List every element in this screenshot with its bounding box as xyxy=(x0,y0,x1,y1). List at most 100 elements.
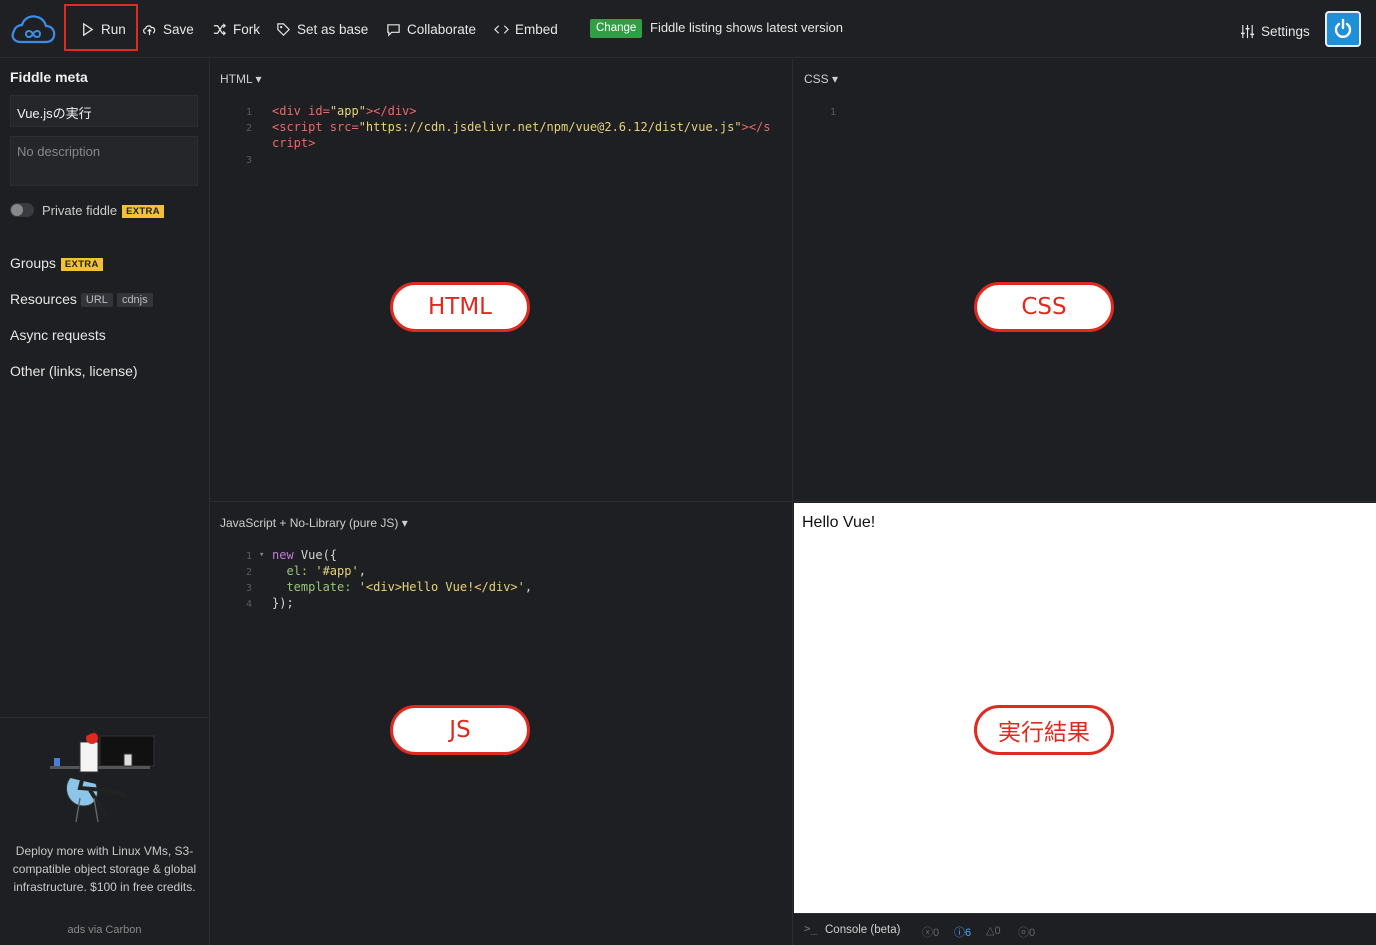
code-line: el: '#app', xyxy=(272,563,366,579)
css-panel-header[interactable]: CSS ▾ xyxy=(804,72,838,86)
css-annotation-label: CSS xyxy=(974,282,1114,332)
info-icon: ⓘ xyxy=(954,927,965,939)
run-label: Run xyxy=(101,21,126,37)
error-count[interactable]: ⓧ0 xyxy=(922,924,939,940)
power-icon xyxy=(1334,18,1352,38)
code-token: ></s xyxy=(741,120,771,134)
html-annotation-label: HTML xyxy=(390,282,530,332)
extra-badge: EXTRA xyxy=(60,258,103,271)
css-editor-panel[interactable]: CSS ▾ 1 CSS xyxy=(794,59,1376,502)
play-icon xyxy=(83,22,94,36)
settings-label: Settings xyxy=(1261,23,1310,39)
sliders-icon xyxy=(1240,24,1255,38)
code-line: template: '<div>Hello Vue!</div>', xyxy=(272,579,532,595)
embed-label: Embed xyxy=(515,21,558,37)
js-annotation-label: JS xyxy=(390,705,530,755)
ad-text[interactable]: Deploy more with Linux VMs, S3-compatibl… xyxy=(6,842,203,896)
warning-count[interactable]: △0 xyxy=(986,924,1001,937)
html-editor-panel[interactable]: HTML ▾ 1 <div id="app"></div> 2 <script … xyxy=(210,59,793,502)
fork-label: Fork xyxy=(233,21,260,37)
result-annotation-label: 実行結果 xyxy=(974,705,1114,755)
embed-button[interactable]: Embed xyxy=(494,18,558,40)
carbon-ad[interactable]: Deploy more with Linux VMs, S3-compatibl… xyxy=(0,717,209,945)
sidebar-item-groups[interactable]: Groups EXTRA xyxy=(10,255,103,271)
private-fiddle-row: Private fiddle EXTRA xyxy=(42,203,164,218)
code-line: <div id="app"></div> xyxy=(272,103,417,119)
chat-bubble-icon xyxy=(387,23,400,37)
fiddle-description-input[interactable]: No description xyxy=(10,136,198,186)
console-bar[interactable]: >_ Console (beta) ⓧ0 ⓘ6 △0 ⓞ0 xyxy=(794,913,1376,945)
line-number: 1 xyxy=(829,107,836,118)
code-line: }); xyxy=(272,596,294,610)
code-token: cript> xyxy=(272,136,316,150)
fork-button[interactable]: Fork xyxy=(212,18,260,40)
result-output-text: Hello Vue! xyxy=(802,514,876,531)
code-brackets-icon xyxy=(494,24,509,34)
top-toolbar: Run Save Fork Set as base Collaborate Em… xyxy=(0,0,1376,58)
code-token: <div xyxy=(272,104,301,118)
groups-label: Groups xyxy=(10,255,56,271)
console-label[interactable]: Console (beta) xyxy=(825,924,900,936)
log-count[interactable]: ⓞ0 xyxy=(1018,924,1035,940)
line-number: 1 xyxy=(245,551,252,562)
collaborate-label: Collaborate xyxy=(407,21,477,37)
code-token: new xyxy=(272,548,294,562)
private-fiddle-toggle[interactable] xyxy=(10,203,34,217)
private-fiddle-label: Private fiddle xyxy=(42,203,118,218)
line-number: 2 xyxy=(245,567,252,578)
set-as-base-button[interactable]: Set as base xyxy=(276,18,368,40)
fold-toggle-icon[interactable]: ▾ xyxy=(259,547,264,563)
error-icon: ⓧ xyxy=(922,927,933,939)
code-token: "https://cdn.jsdelivr.net/npm/vue@2.6.12… xyxy=(358,120,742,134)
cdnjs-badge[interactable]: cdnjs xyxy=(116,293,153,307)
code-line: <script src="https://cdn.jsdelivr.net/np… xyxy=(272,119,771,135)
info-count-value: 6 xyxy=(965,927,972,939)
line-number: 1 xyxy=(245,107,252,118)
html-panel-header[interactable]: HTML ▾ xyxy=(220,72,262,86)
code-token: Vue({ xyxy=(293,548,338,562)
line-number: 4 xyxy=(245,599,252,610)
save-button[interactable]: Save xyxy=(142,18,194,40)
change-badge[interactable]: Change xyxy=(590,19,643,38)
tag-icon xyxy=(277,22,290,36)
save-label: Save xyxy=(163,21,194,37)
cloud-upload-icon xyxy=(143,24,156,35)
account-power-button[interactable] xyxy=(1325,11,1361,47)
code-token: template: xyxy=(272,580,352,594)
url-badge[interactable]: URL xyxy=(80,293,113,307)
shuffle-icon xyxy=(213,22,226,36)
result-panel[interactable]: Hello Vue! 実行結果 xyxy=(794,503,1376,913)
code-token: , xyxy=(358,564,366,578)
js-editor-panel[interactable]: JavaScript + No-Library (pure JS) ▾ 1 ▾ … xyxy=(210,503,793,945)
warning-count-value: 0 xyxy=(994,925,1001,937)
fiddle-meta-sidebar: Fiddle meta Vue.jsの実行 No description Pri… xyxy=(0,59,210,945)
sidebar-item-other[interactable]: Other (links, license) xyxy=(10,363,138,379)
js-panel-header[interactable]: JavaScript + No-Library (pure JS) ▾ xyxy=(220,516,408,530)
change-status-text: Fiddle listing shows latest version xyxy=(650,20,843,35)
terminal-icon: >_ xyxy=(804,922,818,935)
error-count-value: 0 xyxy=(933,927,940,939)
code-token: id= xyxy=(300,104,330,118)
log-count-value: 0 xyxy=(1029,927,1036,939)
ad-via-label[interactable]: ads via Carbon xyxy=(0,924,209,936)
ad-illustration xyxy=(50,728,155,823)
code-token: el: xyxy=(272,564,309,578)
sidebar-item-resources[interactable]: Resources URL cdnjs xyxy=(10,291,153,307)
code-token: '#app' xyxy=(308,564,359,578)
code-token: src= xyxy=(322,120,359,134)
extra-badge: EXTRA xyxy=(122,205,164,218)
line-number: 3 xyxy=(245,155,252,166)
jsfiddle-logo[interactable] xyxy=(8,12,58,48)
code-token: ></div> xyxy=(365,104,417,118)
code-line: new Vue({ xyxy=(272,547,337,563)
settings-button[interactable]: Settings xyxy=(1240,20,1310,42)
fiddle-name-input[interactable]: Vue.jsの実行 xyxy=(10,95,198,127)
sidebar-item-async[interactable]: Async requests xyxy=(10,327,106,343)
info-count[interactable]: ⓘ6 xyxy=(954,924,971,940)
run-button[interactable]: Run xyxy=(80,18,126,40)
sidebar-title: Fiddle meta xyxy=(10,69,88,85)
code-token: <script xyxy=(272,120,323,134)
code-line-wrap: cript> xyxy=(272,135,315,151)
collaborate-button[interactable]: Collaborate xyxy=(386,18,476,40)
code-token: , xyxy=(524,580,533,594)
